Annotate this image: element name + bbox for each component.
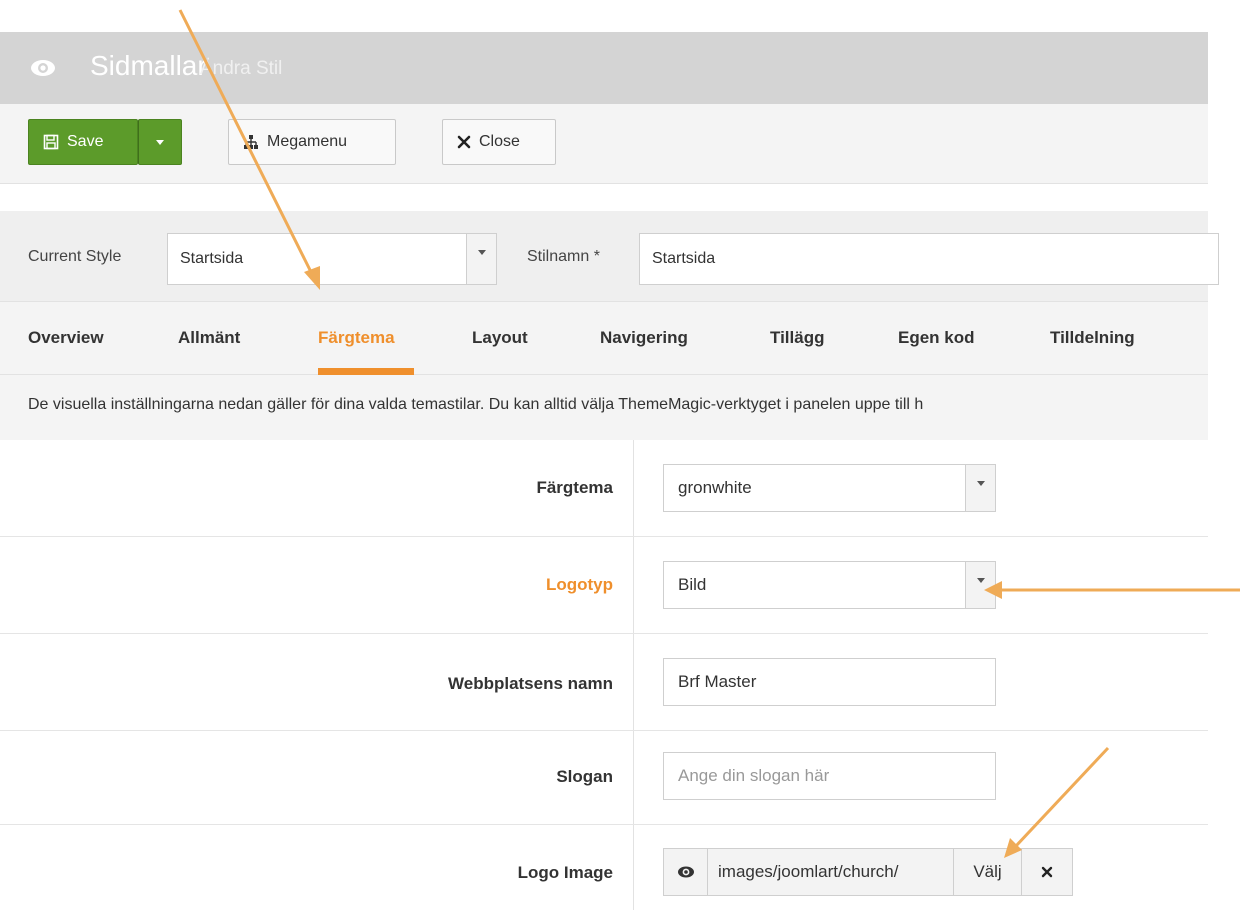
save-button[interactable]: Save (28, 119, 138, 165)
fargtema-caret[interactable] (965, 465, 995, 511)
tab-allmant[interactable]: Allmänt (178, 328, 240, 348)
logo-image-path[interactable]: images/joomlart/church/ (708, 849, 954, 895)
form-row-logotyp: Logotyp Bild (0, 537, 1208, 634)
current-style-caret[interactable] (466, 234, 496, 284)
save-dropdown-button[interactable] (138, 119, 182, 165)
info-banner: De visuella inställningarna nedan gäller… (0, 375, 1208, 440)
fargtema-value: gronwhite (678, 478, 752, 497)
tab-fargtema[interactable]: Färgtema (318, 328, 395, 348)
slogan-input[interactable]: Ange din slogan här (663, 752, 996, 800)
caret-down-icon (477, 250, 486, 255)
select-image-label: Välj (973, 862, 1002, 881)
caret-down-icon (976, 578, 985, 583)
floppy-icon (43, 134, 59, 150)
logotyp-value: Bild (678, 575, 707, 594)
form-row-site-name: Webbplatsens namn Brf Master (0, 634, 1208, 731)
caret-down-icon (156, 139, 164, 145)
fargtema-select[interactable]: gronwhite (663, 464, 996, 512)
info-text: De visuella inställningarna nedan gäller… (28, 396, 924, 413)
logotyp-caret[interactable] (965, 562, 995, 608)
style-name-value: Startsida (652, 250, 716, 267)
logotyp-label: Logotyp (545, 575, 613, 594)
page-subtitle: Ändra Stil (200, 58, 283, 79)
site-name-value: Brf Master (678, 672, 757, 691)
style-name-input[interactable]: Startsida (639, 233, 1219, 285)
save-label: Save (67, 133, 104, 150)
close-button[interactable]: Close (442, 119, 556, 165)
form-row-fargtema: Färgtema gronwhite (0, 440, 1208, 537)
preview-button[interactable] (664, 849, 708, 895)
page-title: Sidmallar (90, 50, 207, 81)
close-label: Close (479, 133, 520, 150)
fargtema-label: Färgtema (536, 478, 613, 497)
tab-layout[interactable]: Layout (472, 328, 528, 348)
tab-overview[interactable]: Overview (28, 328, 104, 348)
eye-icon (677, 866, 694, 878)
caret-down-icon (976, 481, 985, 486)
logo-image-field: images/joomlart/church/ Välj (663, 848, 1073, 896)
site-name-label: Webbplatsens namn (448, 674, 613, 693)
current-style-label: Current Style (28, 248, 122, 265)
sitemap-icon (244, 135, 258, 149)
slogan-label: Slogan (556, 767, 613, 786)
site-name-input[interactable]: Brf Master (663, 658, 996, 706)
style-selector-row: Current Style Startsida Stilnamn * Start… (0, 211, 1219, 301)
clear-image-button[interactable] (1022, 849, 1072, 895)
form-row-slogan: Slogan Ange din slogan här (0, 731, 1208, 825)
close-icon (1041, 866, 1053, 878)
tab-egen-kod[interactable]: Egen kod (898, 328, 975, 348)
tab-navigering[interactable]: Navigering (600, 328, 688, 348)
logo-image-path-value: images/joomlart/church/ (718, 862, 899, 881)
megamenu-button[interactable]: Megamenu (228, 119, 396, 165)
select-image-button[interactable]: Välj (954, 849, 1022, 895)
logotyp-select[interactable]: Bild (663, 561, 996, 609)
current-style-select[interactable]: Startsida (167, 233, 497, 285)
tab-tilldelning[interactable]: Tilldelning (1050, 328, 1135, 348)
megamenu-label: Megamenu (267, 133, 348, 150)
toolbar: Save Megamenu Close (0, 104, 1208, 184)
current-style-value: Startsida (180, 250, 244, 267)
slogan-placeholder: Ange din slogan här (678, 766, 830, 785)
close-icon (457, 135, 471, 149)
style-name-label: Stilnamn * (527, 248, 600, 265)
page-header: Sidmallar Ändra Stil (0, 32, 1208, 104)
logo-image-label: Logo Image (517, 863, 613, 882)
tab-bar: Overview Allmänt Färgtema Layout Naviger… (0, 301, 1208, 376)
tab-tillagg[interactable]: Tillägg (770, 328, 824, 348)
eye-icon (31, 60, 55, 76)
